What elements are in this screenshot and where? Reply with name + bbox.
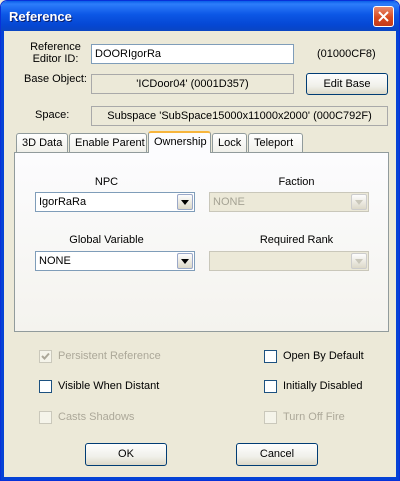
checkbox-box[interactable] bbox=[264, 350, 277, 363]
global-variable-label: Global Variable bbox=[69, 234, 144, 246]
required-rank-label: Required Rank bbox=[259, 234, 334, 246]
tab-3d-data[interactable]: 3D Data bbox=[16, 133, 68, 152]
visible-when-distant-label: Visible When Distant bbox=[58, 380, 160, 392]
tab-enable-parent[interactable]: Enable Parent bbox=[69, 133, 147, 152]
checkbox-box bbox=[39, 350, 52, 363]
tab-teleport[interactable]: Teleport bbox=[248, 133, 303, 152]
open-by-default-label: Open By Default bbox=[283, 350, 364, 362]
casts-shadows-label: Casts Shadows bbox=[58, 411, 135, 423]
base-object-label: Base Object: bbox=[24, 73, 87, 85]
close-button[interactable] bbox=[373, 6, 394, 27]
checkbox-box[interactable] bbox=[39, 380, 52, 393]
turn-off-fire-label: Turn Off Fire bbox=[283, 411, 345, 423]
space-field: Subspace 'SubSpace15000x11000x2000' (000… bbox=[91, 106, 388, 126]
checkbox-box[interactable] bbox=[264, 380, 277, 393]
persistent-reference-label: Persistent Reference bbox=[58, 350, 161, 362]
checkbox-box bbox=[264, 411, 277, 424]
visible-when-distant-checkbox[interactable]: Visible When Distant bbox=[39, 380, 219, 394]
global-variable-dropdown[interactable]: NONE bbox=[35, 251, 195, 271]
required-rank-dropdown-button bbox=[351, 253, 367, 269]
npc-dropdown[interactable]: IgorRaRa bbox=[35, 192, 195, 212]
persistent-reference-checkbox: Persistent Reference bbox=[39, 350, 219, 364]
global-variable-dropdown-button[interactable] bbox=[177, 253, 193, 269]
checkbox-box bbox=[39, 411, 52, 424]
edit-base-button[interactable]: Edit Base bbox=[306, 73, 388, 95]
tab-ownership[interactable]: Ownership bbox=[148, 131, 211, 153]
frame-bottom bbox=[1, 477, 399, 480]
base-object-field: 'ICDoor04' (0001D357) bbox=[91, 74, 294, 94]
turn-off-fire-checkbox: Turn Off Fire bbox=[264, 411, 389, 425]
frame-right bbox=[396, 31, 399, 480]
global-variable-value: NONE bbox=[39, 255, 71, 267]
cancel-button[interactable]: Cancel bbox=[236, 443, 318, 466]
tab-lock[interactable]: Lock bbox=[212, 133, 247, 152]
initially-disabled-label: Initially Disabled bbox=[283, 380, 363, 392]
open-by-default-checkbox[interactable]: Open By Default bbox=[264, 350, 389, 364]
faction-dropdown: NONE bbox=[209, 192, 369, 212]
npc-value: IgorRaRa bbox=[39, 196, 87, 208]
required-rank-dropdown bbox=[209, 251, 369, 271]
initially-disabled-checkbox[interactable]: Initially Disabled bbox=[264, 380, 389, 394]
npc-dropdown-button[interactable] bbox=[177, 194, 193, 210]
faction-value: NONE bbox=[213, 196, 245, 208]
space-label: Space: bbox=[35, 109, 70, 121]
ownership-panel: NPC IgorRaRa Faction NONE Global Variabl… bbox=[14, 152, 389, 332]
reference-dialog: Reference Reference Editor ID: DOORIgorR… bbox=[0, 0, 400, 481]
title-bar[interactable]: Reference bbox=[1, 1, 399, 31]
window-title: Reference bbox=[9, 9, 72, 24]
form-id-text: (01000CF8) bbox=[317, 48, 376, 60]
ok-button[interactable]: OK bbox=[85, 443, 167, 466]
casts-shadows-checkbox: Casts Shadows bbox=[39, 411, 219, 425]
ref-editor-id-label: Reference Editor ID: bbox=[30, 41, 81, 65]
faction-label: Faction bbox=[278, 176, 315, 188]
npc-label: NPC bbox=[94, 176, 119, 188]
ref-editor-id-input[interactable]: DOORIgorRa bbox=[91, 44, 294, 64]
faction-dropdown-button bbox=[351, 194, 367, 210]
frame-left bbox=[1, 31, 4, 480]
